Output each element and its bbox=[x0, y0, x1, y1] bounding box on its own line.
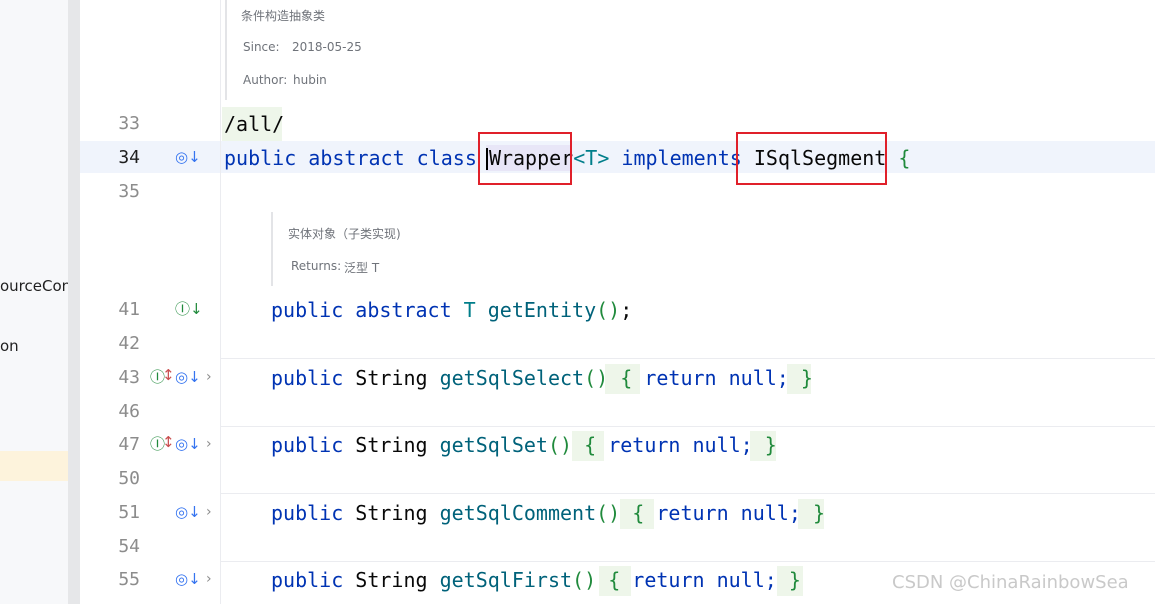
null-literal: null; bbox=[728, 366, 789, 390]
keyword-class: class bbox=[416, 146, 477, 170]
method-parens: () bbox=[572, 568, 597, 592]
tree-item-config[interactable]: ourceConfig bbox=[0, 277, 68, 295]
close-brace: } bbox=[812, 501, 825, 525]
fold-chevron-icon[interactable]: › bbox=[206, 503, 212, 521]
null-literal: null; bbox=[692, 433, 753, 457]
method-name[interactable]: getSqlSelect bbox=[440, 366, 585, 390]
keyword-public: public bbox=[271, 568, 344, 592]
return-type: String bbox=[355, 568, 428, 592]
type-parameter: <T> bbox=[573, 146, 610, 170]
override-up-arrow-icon[interactable]: ↕ bbox=[162, 366, 175, 384]
method-get-sql-comment[interactable]: public String getSqlComment() { return n… bbox=[271, 501, 825, 525]
method-get-sql-select[interactable]: public String getSqlSelect() { return nu… bbox=[271, 366, 813, 390]
doc-since-value: 2018-05-25 bbox=[292, 40, 362, 54]
method-separator bbox=[221, 426, 1155, 427]
implemented-marker-icon[interactable]: Ⓘ↓ bbox=[175, 300, 203, 318]
line-number[interactable]: 35 bbox=[80, 181, 140, 202]
keyword-public: public bbox=[271, 501, 344, 525]
line-number[interactable]: 47 bbox=[80, 434, 140, 455]
open-brace: { bbox=[632, 501, 645, 525]
keyword-public: public bbox=[224, 146, 297, 170]
method-parens: () bbox=[596, 501, 621, 525]
doc-comment-bar bbox=[225, 0, 227, 100]
line-number[interactable]: 50 bbox=[80, 468, 140, 489]
overridden-marker-icon[interactable]: ◎↓ bbox=[175, 570, 201, 588]
semicolon: ; bbox=[620, 298, 633, 322]
method-parens: () bbox=[547, 433, 573, 457]
gutter-separator bbox=[220, 0, 221, 604]
project-panel: ourceConfig on bbox=[0, 0, 68, 604]
return-type: T bbox=[463, 298, 476, 322]
null-literal: null; bbox=[716, 568, 777, 592]
method-name[interactable]: getSqlComment bbox=[440, 501, 597, 525]
fold-chevron-icon[interactable]: › bbox=[206, 368, 212, 386]
doc-since-label: Since: bbox=[243, 40, 280, 54]
null-literal: null; bbox=[740, 501, 801, 525]
keyword-return: return bbox=[608, 433, 681, 457]
keyword-abstract: abstract bbox=[308, 146, 405, 170]
open-brace: { bbox=[584, 433, 597, 457]
method-doc-bar bbox=[271, 212, 273, 286]
keyword-return: return bbox=[644, 366, 717, 390]
close-brace: } bbox=[800, 366, 813, 390]
overridden-marker-icon[interactable]: ◎↓ bbox=[175, 368, 201, 386]
keyword-abstract: abstract bbox=[355, 298, 452, 322]
overridden-marker-icon[interactable]: ◎↓ bbox=[175, 435, 201, 453]
line-number[interactable]: 55 bbox=[80, 569, 140, 590]
doc-author-label: Author: bbox=[243, 73, 288, 87]
class-open-brace: { bbox=[898, 146, 911, 170]
method-get-sql-set[interactable]: public String getSqlSet() { return null;… bbox=[271, 433, 777, 457]
method-doc-description: 实体对象（子类实现) bbox=[288, 227, 401, 241]
doc-author-value: hubin bbox=[293, 73, 327, 87]
doc-description: 条件构造抽象类 bbox=[241, 9, 326, 23]
open-brace: { bbox=[608, 568, 621, 592]
return-type: String bbox=[355, 433, 428, 457]
keyword-implements: implements bbox=[621, 146, 742, 170]
keyword-return: return bbox=[656, 501, 729, 525]
selected-tree-item[interactable] bbox=[0, 451, 68, 481]
overridden-marker-icon[interactable]: ◎↓ bbox=[175, 148, 201, 166]
fold-chevron-icon[interactable]: › bbox=[206, 435, 212, 453]
close-brace: } bbox=[788, 568, 801, 592]
highlight-box-isqlsegment bbox=[736, 132, 887, 185]
overridden-marker-icon[interactable]: ◎↓ bbox=[175, 503, 201, 521]
method-name[interactable]: getEntity bbox=[488, 298, 596, 322]
line-number[interactable]: 43 bbox=[80, 367, 140, 388]
override-up-arrow-icon[interactable]: ↕ bbox=[162, 433, 175, 451]
open-brace: { bbox=[620, 366, 633, 390]
method-separator bbox=[221, 358, 1155, 359]
close-brace: } bbox=[764, 433, 777, 457]
line-number[interactable]: 41 bbox=[80, 299, 140, 320]
method-doc-returns-label: Returns: bbox=[291, 259, 342, 273]
path-text[interactable]: /all/ bbox=[224, 112, 284, 136]
keyword-public: public bbox=[271, 298, 344, 322]
return-type: String bbox=[355, 501, 428, 525]
get-entity-declaration[interactable]: public abstract T getEntity(); bbox=[271, 298, 632, 322]
line-number[interactable]: 54 bbox=[80, 536, 140, 557]
keyword-public: public bbox=[271, 433, 344, 457]
method-name[interactable]: getSqlFirst bbox=[440, 568, 572, 592]
method-doc-returns-value: 泛型 T bbox=[344, 261, 380, 275]
highlight-box-wrapper bbox=[478, 132, 572, 185]
return-type: String bbox=[355, 366, 428, 390]
line-number[interactable]: 42 bbox=[80, 333, 140, 354]
line-number-current[interactable]: 34 bbox=[80, 147, 140, 168]
line-number[interactable]: 46 bbox=[80, 401, 140, 422]
method-separator bbox=[221, 561, 1155, 562]
method-parens: () bbox=[596, 298, 621, 322]
keyword-return: return bbox=[632, 568, 705, 592]
watermark: CSDN @ChinaRainbowSea bbox=[892, 572, 1129, 593]
line-number[interactable]: 51 bbox=[80, 502, 140, 523]
method-parens: () bbox=[584, 366, 609, 390]
method-separator bbox=[221, 493, 1155, 494]
method-get-sql-first[interactable]: public String getSqlFirst() { return nul… bbox=[271, 568, 801, 592]
panel-scrollbar[interactable] bbox=[68, 0, 80, 604]
keyword-public: public bbox=[271, 366, 344, 390]
tree-item[interactable]: on bbox=[0, 337, 19, 355]
fold-chevron-icon[interactable]: › bbox=[206, 570, 212, 588]
method-name[interactable]: getSqlSet bbox=[440, 433, 548, 457]
line-number[interactable]: 33 bbox=[80, 113, 140, 134]
